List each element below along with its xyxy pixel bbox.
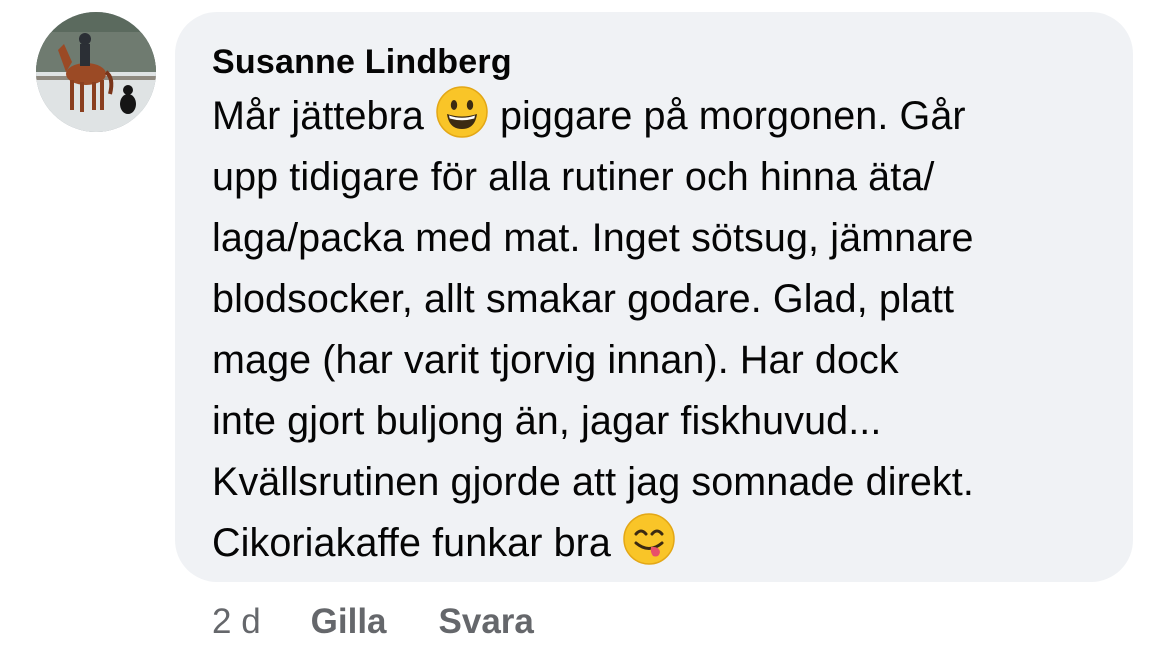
comment-line-2: upp tidigare för alla rutiner och hinna … <box>212 155 935 199</box>
comment-line-1: Mår jättebra piggare på morgonen. Går <box>212 86 1103 147</box>
comment-text: Mår jättebra piggare på morgonen. Går upp… <box>212 86 1103 574</box>
comment-timestamp[interactable]: 2 d <box>212 600 261 644</box>
comment-line-5: mage (har varit tjorvig innan). Har dock <box>212 338 899 382</box>
comment-line-6: inte gjort buljong än, jagar fiskhuvud..… <box>212 399 882 443</box>
comment-author[interactable]: Susanne Lindberg <box>212 42 1103 82</box>
comment-line-3: laga/packa med mat. Inget sötsug, jämnar… <box>212 216 974 260</box>
comment-bubble: Susanne Lindberg Mår jättebra piggare på … <box>175 12 1133 582</box>
comment-line-7: Kvällsrutinen gjorde att jag somnade dir… <box>212 460 974 504</box>
comment: Susanne Lindberg Mår jättebra piggare på … <box>0 0 1170 662</box>
comment-line-8: Cikoriakaffe funkar bra <box>212 513 1103 574</box>
comment-line-4: blodsocker, allt smakar godare. Glad, pl… <box>212 277 955 321</box>
face-savoring-food-emoji-icon <box>623 513 675 565</box>
grinning-face-emoji-icon <box>436 86 488 138</box>
comment-actions: 2 d Gilla Svara <box>212 600 586 644</box>
profile-photo-icon <box>36 12 156 132</box>
reply-button[interactable]: Svara <box>439 600 534 644</box>
avatar[interactable] <box>36 12 156 132</box>
like-button[interactable]: Gilla <box>311 600 387 644</box>
